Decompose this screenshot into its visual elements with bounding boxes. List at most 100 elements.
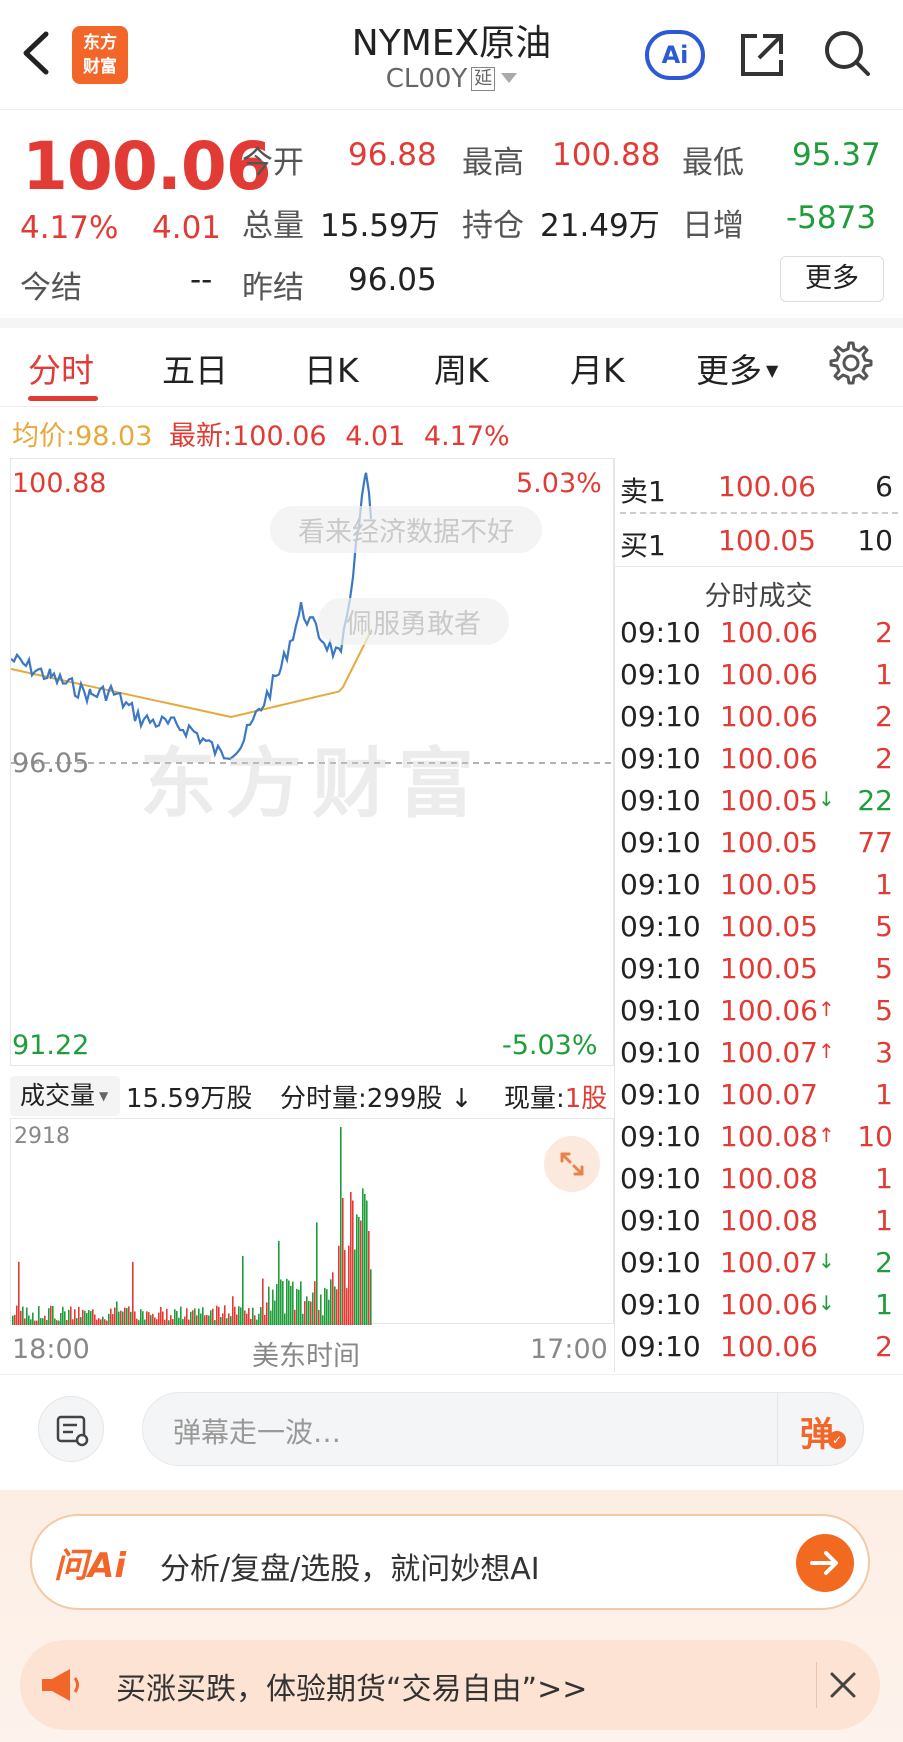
trade-price: 100.08: [720, 1204, 818, 1237]
trade-volume: 1: [875, 1204, 893, 1237]
trade-price: 100.07: [720, 1078, 818, 1111]
high-value: 100.88: [552, 137, 661, 173]
delay-badge: 延: [471, 67, 496, 91]
trade-volume: 77: [857, 826, 893, 859]
trade-volume: 2: [875, 616, 893, 649]
latest-change-pct: 4.17%: [423, 421, 510, 452]
trade-price-value: 100.06: [720, 742, 818, 775]
trade-row: 09:10 100.05 5: [0, 952, 903, 994]
orderbook-divider: [620, 512, 898, 514]
high-label: 最高: [462, 145, 524, 181]
trade-row: 09:10 100.06↑ 5: [0, 994, 903, 1036]
gear-icon[interactable]: [828, 340, 874, 386]
share-icon[interactable]: [735, 28, 789, 82]
trade-volume: 2: [875, 1246, 893, 1279]
open-interest-value: 21.49万: [540, 208, 660, 244]
trade-time: 09:10: [620, 1036, 701, 1069]
trade-price: 100.06↑: [720, 994, 835, 1027]
trade-price-value: 100.06: [720, 616, 818, 649]
trade-price: 100.08↑: [720, 1120, 835, 1153]
trade-price: 100.05↓: [720, 784, 835, 817]
trade-row: 09:10 100.07↓ 2: [0, 1246, 903, 1288]
trade-time: 09:10: [620, 700, 701, 733]
trade-price-value: 100.06: [720, 994, 818, 1027]
trades-list[interactable]: 09:10 100.06 2 09:10 100.06 1 09:10 100.06 2 09:1…: [0, 616, 903, 1372]
arrow-right-icon: [810, 1551, 838, 1575]
low-label: 最低: [682, 145, 744, 181]
trade-time: 09:10: [620, 868, 701, 901]
trade-price: 100.06: [720, 700, 818, 733]
trade-price-value: 100.05: [720, 868, 818, 901]
trade-volume: 2: [875, 742, 893, 775]
tab-more[interactable]: 更多 ▼: [696, 344, 778, 392]
trade-row: 09:10 100.05 1: [0, 868, 903, 910]
open-value: 96.88: [348, 137, 437, 173]
trade-price: 100.07↓: [720, 1246, 835, 1279]
trade-volume: 1: [875, 868, 893, 901]
danmu-send-button[interactable]: 弹 ✓: [777, 1393, 863, 1465]
axis-top-price: 100.88: [12, 468, 107, 499]
trade-time: 09:10: [620, 1162, 701, 1195]
quote-more-button[interactable]: 更多: [780, 256, 884, 302]
arrow-up-icon: ↑: [817, 1123, 835, 1147]
danmu-bullet: 看来经济数据不好: [270, 506, 542, 553]
ai-assistant-button[interactable]: Ai: [645, 30, 705, 80]
settle-label: 今结: [20, 270, 82, 306]
trade-time: 09:10: [620, 1078, 701, 1111]
divider: [614, 566, 903, 567]
last-price: 100.06: [22, 128, 272, 205]
trade-price-value: 100.05: [720, 952, 818, 985]
change-value: 4.01: [152, 210, 222, 246]
ask1-qty: 6: [875, 470, 893, 503]
trade-time: 09:10: [620, 910, 701, 943]
danmu-settings-button[interactable]: [38, 1396, 104, 1462]
section-divider: [0, 318, 903, 328]
trade-time: 09:10: [620, 952, 701, 985]
trade-time: 09:10: [620, 784, 701, 817]
trade-time: 09:10: [620, 826, 701, 859]
bid1-label: 买1: [620, 529, 666, 562]
trade-volume: 22: [857, 784, 893, 817]
tab-five-day[interactable]: 五日: [162, 344, 228, 392]
trade-price-value: 100.08: [720, 1120, 818, 1153]
change-pct: 4.17%: [20, 210, 119, 246]
latest-value: 100.06: [232, 421, 327, 452]
trade-time: 09:10: [620, 658, 701, 691]
tab-monthly-k[interactable]: 月K: [570, 344, 625, 392]
tab-daily-k[interactable]: 日K: [304, 344, 359, 392]
trade-volume: 5: [875, 994, 893, 1027]
trade-row: 09:10 100.05↓ 22: [0, 784, 903, 826]
trade-row: 09:10 100.08 1: [0, 1204, 903, 1246]
ask1-label: 卖1: [620, 475, 666, 508]
ai-go-button[interactable]: [796, 1534, 854, 1592]
danmu-settings-icon: [56, 1415, 89, 1447]
daily-increase-label: 日增: [682, 208, 744, 244]
trade-volume: 2: [875, 1330, 893, 1363]
trade-price-value: 100.07: [720, 1246, 818, 1279]
search-icon[interactable]: [820, 26, 874, 80]
trade-price: 100.06↓: [720, 1288, 835, 1321]
arrow-up-icon: ↑: [817, 997, 835, 1021]
tab-intraday[interactable]: 分时: [28, 344, 94, 392]
trade-volume: 5: [875, 952, 893, 985]
arrow-down-icon: ↓: [817, 1291, 835, 1315]
ai-query-input[interactable]: 问Ai 分析/复盘/选股，就问妙想AI: [30, 1514, 870, 1610]
trade-price-value: 100.07: [720, 1036, 818, 1069]
open-label: 今开: [242, 145, 304, 181]
promo-banner[interactable]: 买涨买跌，体验期货“交易自由”>>: [20, 1640, 880, 1730]
trade-price: 100.06: [720, 658, 818, 691]
arrow-down-icon: ↓: [817, 787, 835, 811]
danmu-input[interactable]: 弹幕走一波… 弹 ✓: [142, 1392, 864, 1466]
trade-price-value: 100.08: [720, 1204, 818, 1237]
trade-time: 09:10: [620, 1120, 701, 1153]
trade-price-value: 100.05: [720, 826, 818, 859]
trade-price-value: 100.08: [720, 1162, 818, 1195]
prev-settle-label: 昨结: [242, 270, 304, 306]
daily-increase-value: -5873: [786, 200, 877, 236]
trade-row: 09:10 100.08 1: [0, 1162, 903, 1204]
trade-time: 09:10: [620, 994, 701, 1027]
danmu-send-label: 弹: [800, 1415, 834, 1455]
tab-weekly-k[interactable]: 周K: [434, 344, 489, 392]
close-icon[interactable]: [828, 1670, 858, 1700]
trade-price: 100.07↑: [720, 1036, 835, 1069]
